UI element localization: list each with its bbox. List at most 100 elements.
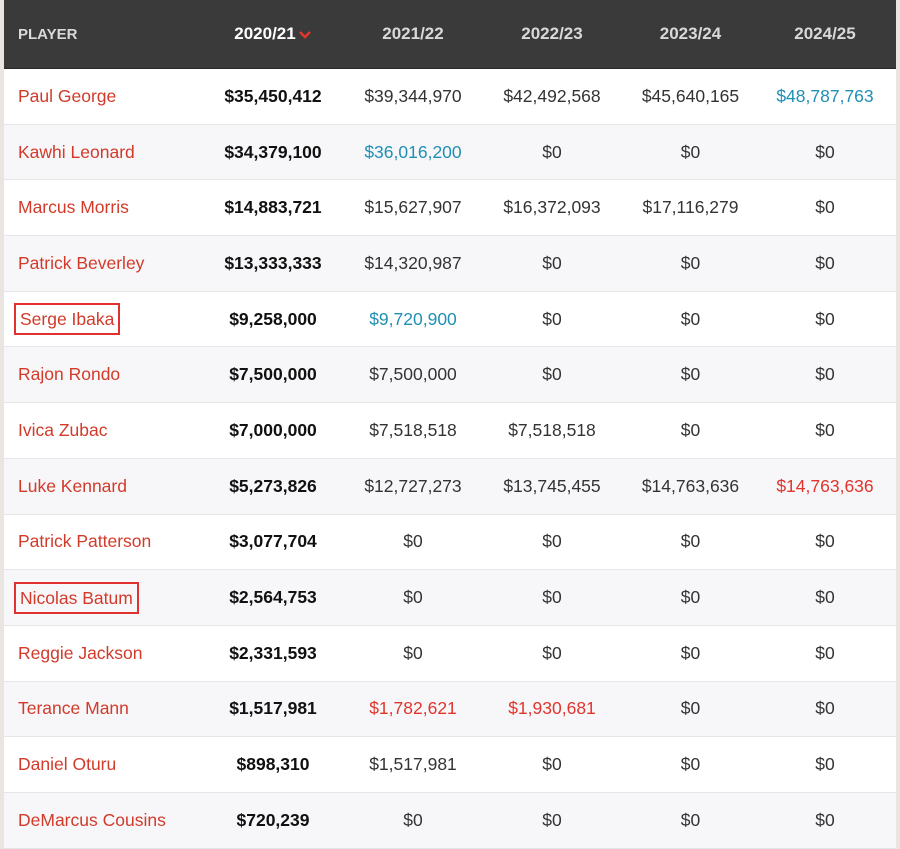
player-name-link[interactable]: Daniel Oturu bbox=[18, 752, 116, 777]
salary-cell-season-5: $0 bbox=[815, 587, 835, 608]
salary-cell-season-3: $1,930,681 bbox=[508, 698, 596, 719]
column-header-label: 2020/21 bbox=[234, 24, 296, 43]
column-header-season-1[interactable]: 2020/21 bbox=[200, 24, 346, 44]
column-header-season-2[interactable]: 2021/22 bbox=[346, 24, 480, 44]
salary-cell-season-1: $14,883,721 bbox=[224, 197, 322, 218]
salary-cell-season-5: $14,763,636 bbox=[776, 475, 874, 496]
player-cell: Ivica Zubac bbox=[4, 418, 200, 443]
player-name-link[interactable]: Marcus Morris bbox=[18, 195, 129, 220]
player-cell: Reggie Jackson bbox=[4, 641, 200, 666]
table-row: Luke Kennard $5,273,826 $12,727,273 $13,745… bbox=[4, 458, 896, 515]
salary-cell-season-1: $720,239 bbox=[236, 809, 310, 830]
table-row: Patrick Beverley $13,333,333 $14,320,987 $0… bbox=[4, 236, 896, 292]
player-cell: Terance Mann bbox=[4, 696, 200, 721]
table-row: Ivica Zubac $7,000,000 $7,518,518 $7,518,51… bbox=[4, 403, 896, 459]
player-name-link[interactable]: Nicolas Batum bbox=[14, 581, 139, 614]
salary-cell-season-5: $0 bbox=[815, 308, 835, 329]
salary-cell-season-5: $0 bbox=[815, 754, 835, 775]
salary-cell-season-1: $898,310 bbox=[236, 754, 310, 775]
salary-cell-season-3: $0 bbox=[542, 531, 562, 552]
salary-cell-season-4: $0 bbox=[680, 141, 701, 162]
salary-cell-season-4: $0 bbox=[680, 364, 701, 385]
salary-cell-season-2: $12,727,273 bbox=[364, 475, 462, 496]
player-name-link[interactable]: Ivica Zubac bbox=[18, 418, 107, 443]
salary-cell-season-5: $48,787,763 bbox=[776, 85, 874, 106]
player-name-link[interactable]: Luke Kennard bbox=[18, 474, 127, 499]
salary-cell-season-4: $0 bbox=[680, 754, 701, 775]
player-cell: Rajon Rondo bbox=[4, 362, 200, 387]
column-header-season-3[interactable]: 2022/23 bbox=[480, 24, 624, 44]
player-cell: Kawhi Leonard bbox=[4, 140, 200, 165]
salary-cell-season-3: $0 bbox=[542, 642, 562, 663]
salary-cell-season-5: $0 bbox=[815, 419, 835, 440]
salary-cell-season-5: $0 bbox=[815, 197, 835, 218]
salary-cell-season-3: $0 bbox=[542, 587, 562, 608]
salary-cell-season-2: $0 bbox=[403, 809, 423, 830]
player-cell: Serge Ibaka bbox=[4, 303, 200, 336]
salary-cell-season-1: $2,331,593 bbox=[229, 642, 317, 663]
salary-cell-season-3: $42,492,568 bbox=[503, 85, 601, 106]
salary-cell-season-2: $7,500,000 bbox=[369, 364, 457, 385]
salary-cell-season-1: $7,000,000 bbox=[229, 419, 317, 440]
player-name-link[interactable]: Kawhi Leonard bbox=[18, 140, 135, 165]
salary-cell-season-3: $0 bbox=[542, 308, 562, 329]
table-row: Rajon Rondo $7,500,000 $7,500,000 $0 $0 $0 bbox=[4, 347, 896, 404]
salary-cell-season-2: $1,517,981 bbox=[369, 754, 457, 775]
column-header-season-5[interactable]: 2024/25 bbox=[757, 24, 893, 44]
salary-cell-season-4: $0 bbox=[680, 419, 701, 440]
player-cell: Daniel Oturu bbox=[4, 752, 200, 777]
player-cell: DeMarcus Cousins bbox=[4, 808, 200, 833]
table-row: DeMarcus Cousins $720,239 $0 $0 $0 $0 bbox=[4, 792, 896, 849]
salary-cell-season-1: $34,379,100 bbox=[224, 141, 322, 162]
player-name-link[interactable]: Rajon Rondo bbox=[18, 362, 120, 387]
salary-cell-season-2: $36,016,200 bbox=[364, 141, 462, 162]
salary-cell-season-3: $7,518,518 bbox=[508, 419, 596, 440]
player-name-link[interactable]: Terance Mann bbox=[18, 696, 129, 721]
player-cell: Patrick Beverley bbox=[4, 251, 200, 276]
salary-cell-season-3: $0 bbox=[542, 141, 562, 162]
salary-cell-season-1: $2,564,753 bbox=[229, 587, 317, 608]
salary-cell-season-3: $0 bbox=[542, 809, 562, 830]
table-header: PLAYER 2020/21 2021/22 2022/23 2023/24 2… bbox=[4, 0, 896, 69]
player-cell: Nicolas Batum bbox=[4, 581, 200, 614]
salary-cell-season-2: $7,518,518 bbox=[369, 419, 457, 440]
player-name-link[interactable]: Paul George bbox=[18, 84, 116, 109]
salary-cell-season-4: $0 bbox=[680, 252, 701, 273]
salary-cell-season-4: $45,640,165 bbox=[641, 85, 740, 106]
column-header-season-4[interactable]: 2023/24 bbox=[624, 24, 757, 44]
salary-cell-season-1: $3,077,704 bbox=[229, 531, 317, 552]
salary-cell-season-1: $5,273,826 bbox=[229, 475, 317, 496]
salary-cell-season-1: $35,450,412 bbox=[224, 85, 322, 106]
salary-cell-season-4: $0 bbox=[680, 642, 701, 663]
salary-cell-season-5: $0 bbox=[815, 698, 835, 719]
salary-cell-season-5: $0 bbox=[815, 364, 835, 385]
salary-cell-season-1: $1,517,981 bbox=[229, 698, 317, 719]
salary-cell-season-2: $9,720,900 bbox=[369, 308, 457, 329]
salary-cell-season-4: $14,763,636 bbox=[641, 475, 740, 496]
salary-cell-season-1: $9,258,000 bbox=[229, 308, 317, 329]
table-body: Paul George $35,450,412 $39,344,970 $42,492… bbox=[4, 69, 896, 849]
player-name-link[interactable]: Reggie Jackson bbox=[18, 641, 143, 666]
player-name-link[interactable]: Patrick Patterson bbox=[18, 529, 151, 554]
salary-cell-season-3: $0 bbox=[542, 754, 562, 775]
salary-table: PLAYER 2020/21 2021/22 2022/23 2023/24 2… bbox=[4, 0, 896, 849]
player-name-link[interactable]: DeMarcus Cousins bbox=[18, 808, 166, 833]
player-name-link[interactable]: Patrick Beverley bbox=[18, 251, 144, 276]
salary-cell-season-2: $1,782,621 bbox=[369, 698, 457, 719]
chevron-down-icon bbox=[298, 30, 311, 39]
salary-cell-season-2: $0 bbox=[403, 587, 423, 608]
salary-cell-season-3: $0 bbox=[542, 364, 562, 385]
player-cell: Luke Kennard bbox=[4, 474, 200, 499]
salary-cell-season-2: $0 bbox=[403, 531, 423, 552]
salary-cell-season-2: $39,344,970 bbox=[364, 85, 462, 106]
table-row: Patrick Patterson $3,077,704 $0 $0 $0 $0 bbox=[4, 515, 896, 571]
table-row: Kawhi Leonard $34,379,100 $36,016,200 $0 $0 $… bbox=[4, 124, 896, 181]
salary-cell-season-4: $0 bbox=[680, 587, 701, 608]
column-header-player[interactable]: PLAYER bbox=[4, 26, 200, 43]
player-name-link[interactable]: Serge Ibaka bbox=[14, 303, 121, 336]
player-cell: Paul George bbox=[4, 84, 200, 109]
salary-cell-season-4: $0 bbox=[680, 809, 701, 830]
salary-cell-season-4: $0 bbox=[680, 531, 701, 552]
table-row: Marcus Morris $14,883,721 $15,627,907 $16,3… bbox=[4, 180, 896, 237]
salary-cell-season-4: $0 bbox=[680, 308, 701, 329]
